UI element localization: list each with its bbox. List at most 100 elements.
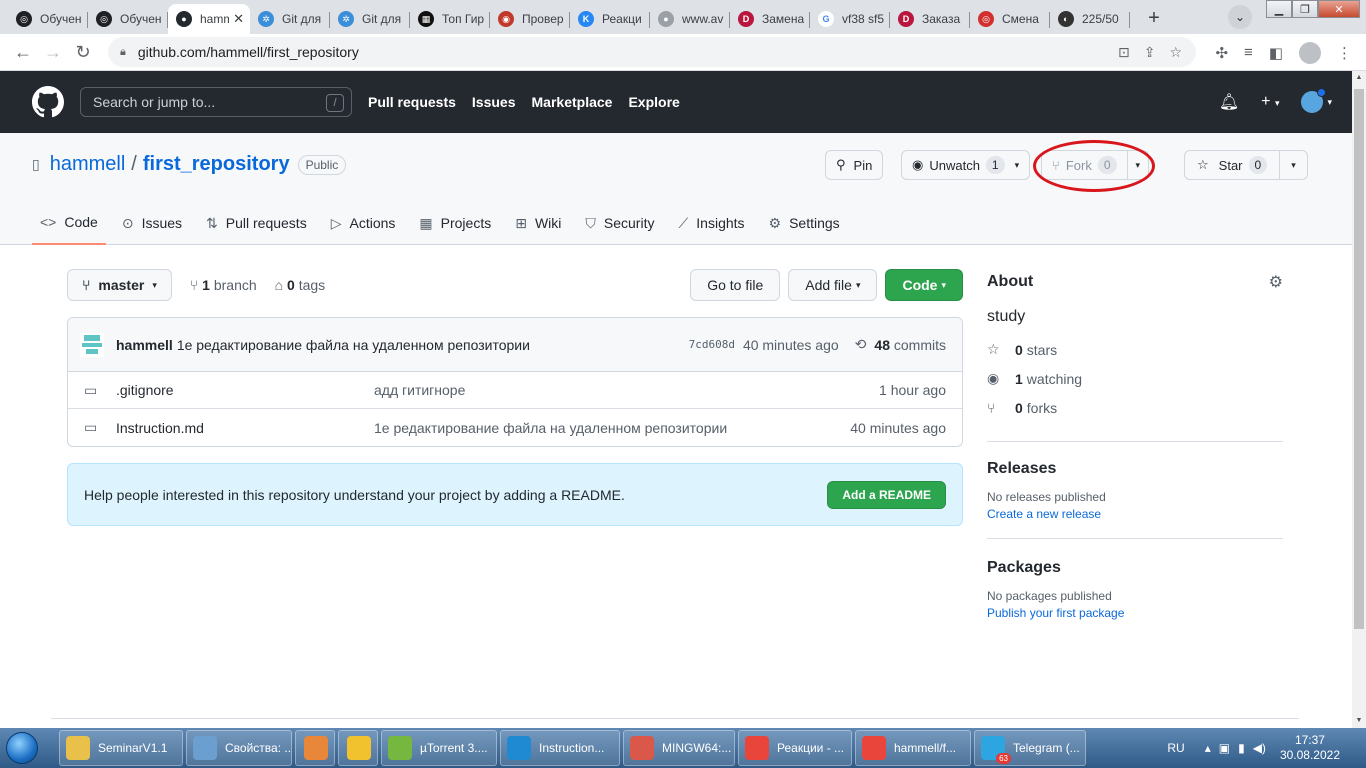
browser-tab[interactable]: ✲ Git для [250,4,330,34]
clock[interactable]: 17:37 30.08.2022 [1280,733,1340,763]
notifications-bell-icon[interactable]: 🔔︎ [1219,92,1239,112]
taskbar-item[interactable]: hammell/f... [855,730,971,766]
menu-kebab-icon[interactable]: ⋮ [1337,44,1352,62]
file-name-link[interactable]: Instruction.md [116,420,374,436]
github-nav-explore[interactable]: Explore [628,94,679,110]
repo-name-link[interactable]: first_repository [143,153,290,176]
watching-link[interactable]: ◉ 1 watching [987,364,1283,393]
github-logo-icon[interactable] [32,86,64,118]
address-bar[interactable]: 🔒︎ github.com/hammell/first_repository ⊡… [108,37,1196,67]
tab-settings[interactable]: ⚙ Settings [761,201,848,245]
browser-tab[interactable]: ● hammell/first_repository✕ [168,4,250,34]
vertical-scrollbar[interactable]: ▲ ▼ [1352,71,1366,728]
forward-icon[interactable]: → [38,42,68,63]
close-window-button[interactable]: ✕ [1318,0,1360,18]
bookmark-star-icon[interactable]: ☆ [1169,44,1182,61]
taskbar-item[interactable]: MINGW64:... [623,730,735,766]
new-tab-button[interactable]: + [1140,4,1168,32]
pin-button[interactable]: ⚲ Pin [825,150,884,180]
tab-code[interactable]: <> Code [32,201,106,245]
star-dropdown-button[interactable]: ▾ [1280,150,1308,180]
browser-tab[interactable]: ● www.av [650,4,730,34]
browser-tab[interactable]: ◎ Обучен [88,4,168,34]
back-icon[interactable]: ← [8,42,38,63]
profile-avatar[interactable] [1299,41,1321,64]
reading-list-icon[interactable]: ≡ [1244,44,1253,61]
packages-heading[interactable]: Packages [987,559,1283,577]
stars-link[interactable]: ☆ 0 stars [987,335,1283,364]
lock-icon[interactable]: 🔒︎ [120,46,126,59]
user-avatar[interactable] [1301,88,1327,113]
tab-pull-requests[interactable]: ⇅ Pull requests [198,201,315,245]
volume-icon[interactable]: ◀) [1253,741,1266,755]
taskbar-item[interactable] [338,730,378,766]
commit-author-avatar[interactable] [80,332,104,357]
tab-insights[interactable]: ⟋ Insights [670,201,752,245]
publish-package-link[interactable]: Publish your first package [987,606,1283,620]
taskbar-item[interactable]: 63 Telegram (... [974,730,1086,766]
browser-tab[interactable]: K Реакци [570,4,650,34]
taskbar-item[interactable]: Instruction... [500,730,620,766]
browser-tab[interactable]: ◎ Обучен [8,4,88,34]
star-button[interactable]: ☆ Star 0 [1184,150,1281,180]
github-search-input[interactable]: Search or jump to... / [80,87,352,117]
tab-issues[interactable]: ⊙ Issues [114,201,190,245]
tab-close-icon[interactable]: ✕ [233,11,244,27]
browser-tab[interactable]: ◉ Провер [490,4,570,34]
browser-tab[interactable]: Gvf38 sf5 [810,4,890,34]
browser-tab[interactable]: ◐ 225/50 [1050,4,1130,34]
minimize-button[interactable]: ▁ [1266,0,1292,18]
tab-wiki[interactable]: ⊞ Wiki [507,201,569,245]
file-commit-message[interactable]: адд гитигноре [374,382,465,398]
file-name-link[interactable]: .gitignore [116,382,374,398]
tab-actions[interactable]: ▷ Actions [323,201,404,245]
go-to-file-button[interactable]: Go to file [690,269,781,301]
taskbar-item[interactable]: SeminarV1.1 [59,730,183,766]
taskbar-item[interactable]: Свойства: ... [186,730,292,766]
browser-tab[interactable]: D Замена [730,4,810,34]
github-nav-issues[interactable]: Issues [472,94,516,110]
browser-tab[interactable]: ◎ Смена [970,4,1050,34]
create-release-link[interactable]: Create a new release [987,507,1283,521]
commits-link[interactable]: 48 commits [874,337,946,353]
add-readme-button[interactable]: Add a README [827,481,946,509]
branches-link[interactable]: ⑂ 1 branch [190,277,257,293]
commit-author[interactable]: hammell [116,337,173,353]
taskbar-item[interactable]: µTorrent 3.... [381,730,497,766]
file-commit-message[interactable]: 1е редактирование файла на удаленном реп… [374,420,727,436]
scrollbar-thumb[interactable] [1354,89,1364,629]
scroll-down-icon[interactable]: ▼ [1352,714,1366,728]
tab-security[interactable]: ⛉ Security [577,201,662,245]
tags-link[interactable]: ⌂ 0 tags [275,277,326,293]
github-nav-marketplace[interactable]: Marketplace [532,94,613,110]
add-file-button[interactable]: Add file ▾ [788,269,878,301]
github-nav-pull-requests[interactable]: Pull requests [368,94,456,110]
url-text[interactable]: github.com/hammell/first_repository [138,44,359,60]
translate-icon[interactable]: ⊡ [1118,44,1130,61]
gear-icon[interactable]: ⚙ [1269,272,1283,292]
releases-heading[interactable]: Releases [987,460,1283,478]
language-indicator[interactable]: RU [1167,741,1184,755]
create-new-menu[interactable]: + ▾ [1261,93,1279,111]
forks-link[interactable]: ⑂ 0 forks [987,393,1283,422]
taskbar-item[interactable]: Реакции - ... [738,730,852,766]
tab-search-button[interactable]: ⌄ [1228,5,1252,29]
tray-expand-icon[interactable]: ▴ [1205,741,1211,755]
side-panel-icon[interactable]: ◧ [1269,44,1283,62]
user-menu[interactable]: ▾ [1301,88,1332,113]
start-button[interactable] [0,728,44,768]
browser-tab[interactable]: D Заказа [890,4,970,34]
taskbar-item[interactable] [295,730,335,766]
tab-projects[interactable]: ▦ Projects [411,201,499,245]
browser-tab[interactable]: ✲ Git для [330,4,410,34]
browser-tab[interactable]: ▦ Топ Гир [410,4,490,34]
unwatch-button[interactable]: ◉ Unwatch 1 ▾ [901,150,1031,180]
code-dropdown-button[interactable]: Code ▾ [885,269,963,301]
share-icon[interactable]: ⇪ [1144,44,1156,61]
branch-selector[interactable]: ⑂ master ▾ [67,269,172,301]
repo-owner-link[interactable]: hammell [50,153,126,176]
commit-message[interactable]: 1е редактирование файла на удаленном реп… [177,337,530,353]
tray-app-icon[interactable]: ▣ [1219,741,1230,755]
extensions-icon[interactable]: ✣ [1215,44,1228,62]
scroll-up-icon[interactable]: ▲ [1352,71,1366,85]
